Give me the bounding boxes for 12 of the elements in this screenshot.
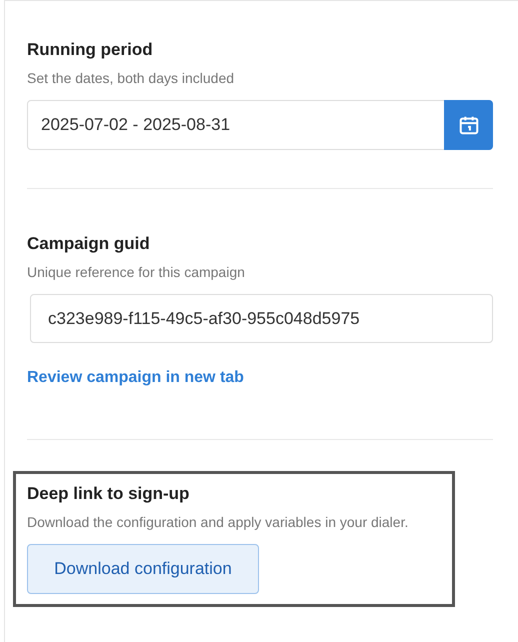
section-title: Campaign guid	[27, 233, 151, 255]
section-subtitle: Unique reference for this campaign	[27, 263, 246, 282]
section-subtitle: Set the dates, both days included	[27, 69, 236, 88]
date-range-field[interactable]: 2025-07-02 - 2025-08-31	[27, 100, 493, 150]
calendar-button[interactable]	[444, 100, 493, 150]
download-button[interactable]: Download configuration	[27, 544, 259, 594]
section-title: Running period	[27, 39, 154, 61]
guid-field[interactable]: c323e989-f115-49c5-af30-955c048d5975	[30, 294, 493, 343]
review-link[interactable]: Review campaign in new tab	[27, 366, 244, 390]
section-subtitle: Download the configuration and apply variables in your dialer.	[27, 513, 410, 532]
calendar-icon	[458, 114, 480, 136]
section-title: Deep link to sign-up	[27, 483, 190, 505]
